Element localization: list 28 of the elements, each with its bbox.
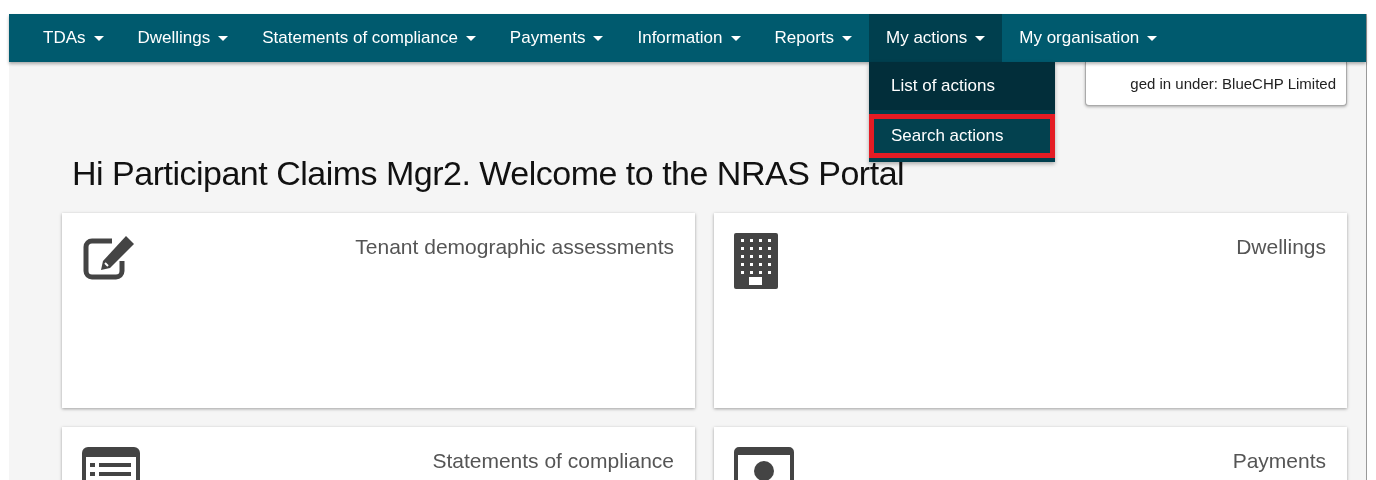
dropdown-item[interactable]: List of actions (869, 62, 1056, 110)
dashboard-card[interactable]: Statements of compliance (62, 427, 695, 480)
nav-menu-item[interactable]: My organisation (1002, 14, 1175, 62)
caret-icon (842, 35, 853, 41)
nav-menu-item[interactable]: Dwellings (120, 14, 246, 62)
nav-menu-item[interactable]: Reports (757, 14, 870, 62)
caret-icon (593, 35, 604, 41)
caret-icon (465, 35, 476, 41)
caret-icon (730, 35, 741, 41)
nav-menu-item[interactable]: Payments (492, 14, 621, 62)
dashboard-card[interactable]: Payments (714, 427, 1347, 480)
card-title: Tenant demographic assessments (355, 234, 674, 259)
nav-menu-item[interactable]: Statements of compliance (245, 14, 493, 62)
dashboard-card[interactable]: Tenant demographic assessments (62, 213, 695, 408)
caret-icon (975, 35, 986, 41)
nav-menu-item[interactable]: TDAs (26, 14, 121, 62)
caret-icon (218, 35, 229, 41)
nav-menu-item[interactable]: Information (620, 14, 758, 62)
card-title: Payments (1232, 448, 1326, 473)
card-title: Statements of compliance (432, 448, 674, 473)
caret-icon (93, 35, 104, 41)
nav-menu-item[interactable]: My actions (869, 14, 1003, 62)
card-title: Dwellings (1236, 234, 1326, 259)
building-icon (734, 233, 778, 289)
dashboard-card[interactable]: Dwellings (714, 213, 1347, 408)
logged-in-notice: ged in under: BlueCHP Limited (1085, 62, 1347, 106)
caret-icon (1147, 35, 1158, 41)
dropdown-item[interactable]: Search actions (869, 114, 1056, 158)
